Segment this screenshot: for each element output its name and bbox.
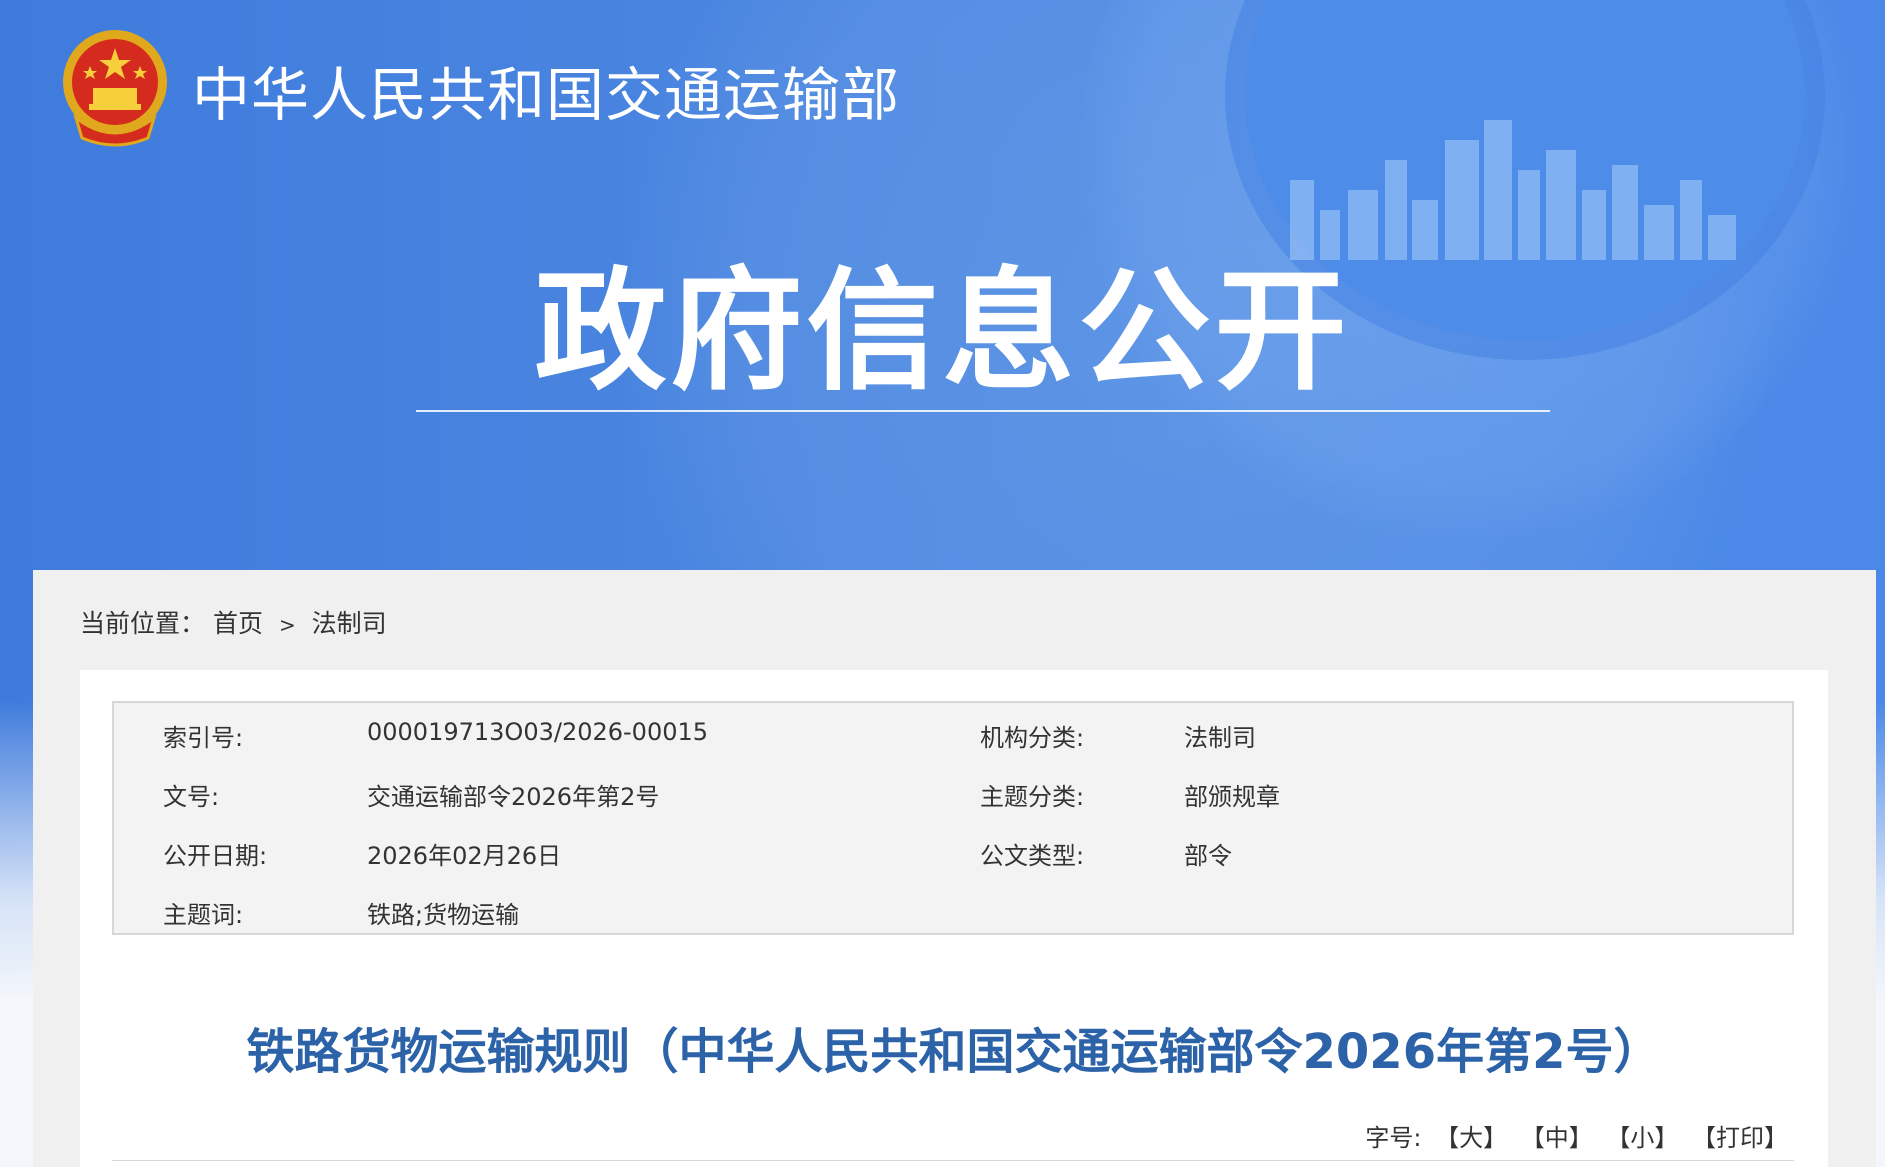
keywords-value: 铁路;货物运输 xyxy=(367,901,520,929)
org-label: 机构分类: xyxy=(980,724,1085,752)
type-label: 公文类型: xyxy=(980,842,1085,870)
topic-value: 部颁规章 xyxy=(1184,783,1280,811)
index-no-value: 000019713O03/2026-00015 xyxy=(367,718,709,746)
site-name[interactable]: 中华人民共和国交通运输部 xyxy=(192,48,900,132)
content-divider xyxy=(112,1160,1794,1161)
breadcrumb: 当前位置： 首页 > 法制司 xyxy=(80,604,387,640)
index-no-label: 索引号: xyxy=(163,724,244,752)
org-value: 法制司 xyxy=(1184,724,1256,752)
doc-no-value: 交通运输部令2026年第2号 xyxy=(367,783,660,811)
font-medium-button[interactable]: 【中】 xyxy=(1521,1124,1593,1152)
font-size-label: 字号: xyxy=(1365,1124,1422,1152)
date-label: 公开日期: xyxy=(163,842,268,870)
topic-label: 主题分类: xyxy=(980,783,1085,811)
type-value: 部令 xyxy=(1184,842,1232,870)
doc-no-label: 文号: xyxy=(163,783,220,811)
document-title: 铁路货物运输规则（中华人民共和国交通运输部令2026年第2号） xyxy=(246,1024,1662,1080)
hero-title: 政府信息公开 xyxy=(534,255,1351,409)
breadcrumb-label: 当前位置： xyxy=(80,609,206,638)
city-skyline-graphic xyxy=(1290,120,1736,260)
date-value: 2026年02月26日 xyxy=(367,842,562,870)
breadcrumb-department-link[interactable]: 法制司 xyxy=(312,609,387,638)
font-small-button[interactable]: 【小】 xyxy=(1606,1124,1678,1152)
hero-underline xyxy=(416,410,1550,412)
font-large-button[interactable]: 【大】 xyxy=(1435,1124,1507,1152)
keywords-label: 主题词: xyxy=(163,901,244,929)
document-metadata-table: 索引号: 000019713O03/2026-00015 机构分类: 法制司 文… xyxy=(112,701,1794,935)
national-emblem-icon xyxy=(63,30,167,147)
breadcrumb-separator: > xyxy=(278,613,296,637)
print-button[interactable]: 【打印】 xyxy=(1692,1124,1788,1152)
font-size-tools: 字号: 【大】 【中】 【小】 【打印】 xyxy=(1365,1118,1788,1153)
breadcrumb-home-link[interactable]: 首页 xyxy=(213,609,263,638)
